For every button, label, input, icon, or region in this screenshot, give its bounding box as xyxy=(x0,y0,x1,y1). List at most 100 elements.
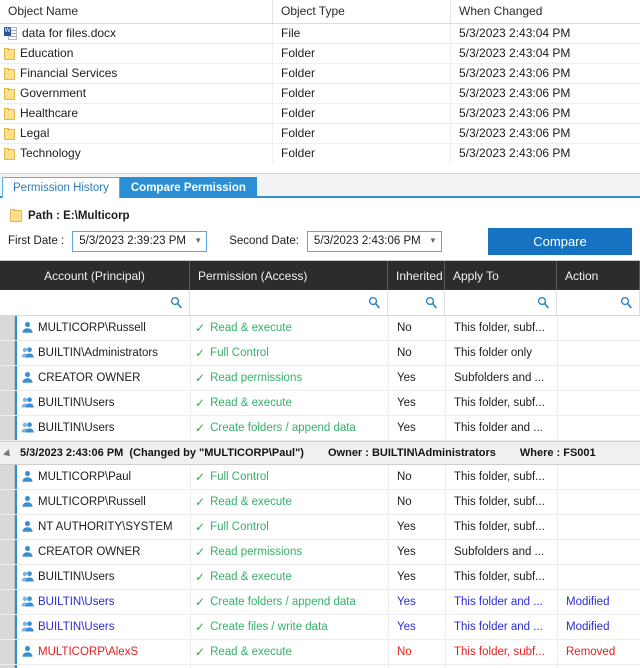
filter-permission[interactable] xyxy=(190,290,388,315)
permission-row[interactable]: CREATOR OWNER ✓ Read permissions Yes Subfold… xyxy=(0,366,640,391)
column-header-inherited[interactable]: Inherited xyxy=(388,261,445,290)
cell-object-name: Education xyxy=(0,44,272,63)
permission-row[interactable]: BUILTIN\Users ✓ Create folders / append da… xyxy=(0,590,640,615)
permission-text: Create folders / append data xyxy=(210,595,356,608)
cell-apply-to: This folder, subf... xyxy=(446,490,558,513)
cell-when-changed: 5/3/2023 2:43:06 PM xyxy=(450,84,640,103)
chevron-down-icon[interactable]: ▼ xyxy=(425,237,441,245)
cell-object-name: Legal xyxy=(0,124,272,143)
account-name: BUILTIN\Users xyxy=(38,620,115,633)
object-name-text: Legal xyxy=(20,126,50,140)
tab-permission-history[interactable]: Permission History xyxy=(2,177,120,198)
tab-compare-permission[interactable]: Compare Permission xyxy=(119,177,257,198)
column-header-when-changed[interactable]: When Changed xyxy=(450,0,640,23)
column-header-object-type[interactable]: Object Type xyxy=(272,0,450,23)
table-row[interactable]: Education Folder 5/3/2023 2:43:04 PM xyxy=(0,44,640,64)
cell-object-type: Folder xyxy=(272,84,450,103)
object-grid-header: Object Name Object Type When Changed xyxy=(0,0,640,24)
check-icon: ✓ xyxy=(195,494,206,509)
filter-inherited[interactable] xyxy=(388,290,445,315)
cell-inherited: Yes xyxy=(389,615,446,638)
user-icon xyxy=(21,595,34,608)
cell-apply-to: This folder, subf... xyxy=(446,515,558,538)
cell-apply-to: This folder, subf... xyxy=(446,316,558,339)
permission-row[interactable]: BUILTIN\Users ✓ Create files / write data Y… xyxy=(0,615,640,640)
permission-row[interactable]: BUILTIN\Users ✓ Read & execute Yes This fold… xyxy=(0,565,640,590)
column-header-account[interactable]: Account (Principal) xyxy=(0,261,190,290)
cell-permission: ✓ Full Control xyxy=(191,465,389,488)
user-icon xyxy=(21,645,34,658)
compare-button[interactable]: Compare xyxy=(488,227,632,255)
group-owner: Owner : BUILTIN\Administrators xyxy=(327,447,496,459)
filter-apply-to[interactable] xyxy=(445,290,557,315)
filter-action[interactable] xyxy=(557,290,640,315)
row-gutter xyxy=(0,590,15,614)
permission-text: Full Control xyxy=(210,470,269,483)
permission-row[interactable]: MULTICORP\Russell ✓ Read & execute No This f… xyxy=(0,490,640,515)
second-date-picker[interactable]: 5/3/2023 2:43:06 PM ▼ xyxy=(306,230,442,252)
cell-inherited: Yes xyxy=(389,540,446,563)
permission-group-header[interactable]: 5/3/2023 2:43:06 PM (Changed by "MULTICOR… xyxy=(0,441,640,465)
filter-account[interactable] xyxy=(0,290,190,315)
cell-action xyxy=(558,490,640,513)
permission-text: Full Control xyxy=(210,346,269,359)
cell-when-changed: 5/3/2023 2:43:04 PM xyxy=(450,24,640,43)
permission-grid-body: MULTICORP\Russell ✓ Read & execute No This f… xyxy=(0,316,640,668)
object-name-text: Healthcare xyxy=(20,106,79,120)
check-icon: ✓ xyxy=(195,544,206,559)
table-row[interactable]: Legal Folder 5/3/2023 2:43:06 PM xyxy=(0,124,640,144)
table-row[interactable]: Technology Folder 5/3/2023 2:43:06 PM xyxy=(0,144,640,163)
first-date-picker[interactable]: 5/3/2023 2:39:23 PM ▼ xyxy=(72,230,208,252)
cell-object-type: Folder xyxy=(272,44,450,63)
cell-action xyxy=(558,565,640,588)
cell-action xyxy=(558,416,640,439)
column-header-action[interactable]: Action xyxy=(557,261,640,290)
search-icon[interactable] xyxy=(425,296,438,309)
column-header-permission[interactable]: Permission (Access) xyxy=(190,261,388,290)
search-icon[interactable] xyxy=(620,296,633,309)
cell-account: BUILTIN\Administrators xyxy=(17,341,191,364)
cell-object-type: Folder xyxy=(272,104,450,123)
column-header-apply-to[interactable]: Apply To xyxy=(445,261,557,290)
user-icon xyxy=(21,421,34,434)
permission-row[interactable]: BUILTIN\Users ✓ Read & execute Yes This fold… xyxy=(0,391,640,416)
cell-apply-to: Subfolders and ... xyxy=(446,540,558,563)
object-name-text: Technology xyxy=(20,146,81,160)
object-grid-empty-space xyxy=(0,163,640,173)
cell-permission: ✓ Read & execute xyxy=(191,391,389,414)
cell-apply-to: Subfolders and ... xyxy=(446,366,558,389)
column-header-object-name[interactable]: Object Name xyxy=(0,0,272,23)
permission-row[interactable]: BUILTIN\Users ✓ Create folders / append da… xyxy=(0,416,640,441)
table-row[interactable]: Healthcare Folder 5/3/2023 2:43:06 PM xyxy=(0,104,640,124)
cell-permission: ✓ Create files / write data xyxy=(191,615,389,638)
permission-row[interactable]: MULTICORP\Russell ✓ Read & execute No This f… xyxy=(0,316,640,341)
permission-row[interactable]: NT AUTHORITY\SYSTEM ✓ Full Control Yes This … xyxy=(0,515,640,540)
permission-row[interactable]: MULTICORP\Paul ✓ Full Control No This folder… xyxy=(0,465,640,490)
user-icon xyxy=(21,620,34,633)
table-row[interactable]: data for files.docx File5/3/2023 2:43:04 … xyxy=(0,24,640,44)
cell-inherited: Yes xyxy=(389,391,446,414)
search-icon[interactable] xyxy=(368,296,381,309)
permission-row[interactable]: CREATOR OWNER ✓ Read permissions Yes Subfold… xyxy=(0,540,640,565)
tab-strip: Permission History Compare Permission xyxy=(0,174,640,198)
cell-when-changed: 5/3/2023 2:43:06 PM xyxy=(450,144,640,163)
permission-text: Read permissions xyxy=(210,545,303,558)
chevron-down-icon[interactable]: ▼ xyxy=(190,237,206,245)
permission-text: Full Control xyxy=(210,520,269,533)
expander-triangle-icon[interactable] xyxy=(4,448,14,458)
permission-row[interactable]: BUILTIN\Administrators ✓ Full Control No Thi… xyxy=(0,341,640,366)
cell-action xyxy=(558,465,640,488)
table-row[interactable]: Government Folder 5/3/2023 2:43:06 PM xyxy=(0,84,640,104)
cell-inherited: Yes xyxy=(389,416,446,439)
check-icon: ✓ xyxy=(195,469,206,484)
permission-row[interactable]: MULTICORP\AlexS ✓ Read & execute No This fol… xyxy=(0,640,640,665)
cell-action: Modified xyxy=(566,620,610,633)
search-icon[interactable] xyxy=(537,296,550,309)
search-icon[interactable] xyxy=(170,296,183,309)
check-icon: ✓ xyxy=(195,395,206,410)
cell-object-type: File xyxy=(272,24,450,43)
user-icon xyxy=(21,470,34,483)
first-date-label: First Date : xyxy=(8,235,65,247)
table-row[interactable]: Financial Services Folder 5/3/2023 2:43:06… xyxy=(0,64,640,84)
row-gutter xyxy=(0,515,15,539)
